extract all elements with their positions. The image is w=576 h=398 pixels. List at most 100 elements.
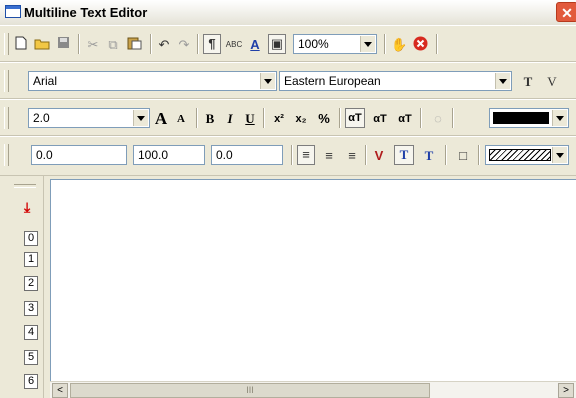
chevron-down-icon[interactable]	[495, 73, 510, 89]
separator	[478, 145, 480, 165]
toolbar-grip[interactable]	[4, 70, 9, 92]
format-toolbar: 2.0 A A B I U x² x₂ % αT αT αT ◌	[0, 99, 576, 136]
redo-icon[interactable]: ↷	[177, 36, 191, 54]
indent-field[interactable]: 0.0	[31, 145, 127, 165]
paragraph-icon[interactable]: ¶	[203, 34, 221, 54]
separator	[436, 34, 438, 54]
toolbar-grip[interactable]	[4, 107, 9, 129]
separator	[365, 145, 367, 165]
fraction-button[interactable]: %	[315, 110, 333, 128]
bold-button[interactable]: B	[203, 110, 217, 128]
line-button[interactable]: 3	[24, 301, 38, 316]
separator	[384, 34, 386, 54]
copy-icon[interactable]: ⧉	[106, 36, 120, 54]
separator	[452, 108, 454, 128]
spellcheck-icon[interactable]: ABC	[225, 36, 243, 54]
scroll-thumb[interactable]: III	[70, 383, 430, 398]
separator	[150, 34, 152, 54]
text-style-icon[interactable]: A	[246, 36, 264, 54]
frame-icon[interactable]: ▣	[268, 34, 286, 54]
new-document-icon[interactable]	[14, 36, 28, 54]
rotation-value: 0.0	[216, 148, 233, 162]
standard-toolbar: ✂ ⧉ ↶ ↷ ¶ ABC A ▣ 100% ✋	[0, 25, 576, 62]
app-icon	[5, 5, 21, 18]
panel-divider	[14, 184, 36, 188]
line-button[interactable]: 2	[24, 276, 38, 291]
outline-text-icon[interactable]: T	[419, 147, 439, 165]
close-button[interactable]: ✕	[556, 2, 576, 22]
tracking-icon[interactable]: αT	[345, 108, 365, 128]
separator	[420, 108, 422, 128]
horizontal-scrollbar[interactable]: < III >	[50, 381, 576, 398]
height-select[interactable]: 2.0	[28, 108, 150, 128]
line-button[interactable]: 5	[24, 350, 38, 365]
rotation-field[interactable]: 0.0	[211, 145, 283, 165]
save-icon[interactable]	[56, 36, 70, 54]
chevron-down-icon[interactable]	[360, 36, 375, 52]
line-button[interactable]: 4	[24, 325, 38, 340]
frame-text-icon[interactable]: T	[394, 145, 414, 165]
symbol-icon[interactable]: ◌	[428, 110, 448, 128]
underline-button[interactable]: U	[243, 110, 257, 128]
font-select[interactable]: Arial	[28, 71, 277, 91]
scroll-right-button[interactable]: >	[558, 383, 574, 398]
cut-icon[interactable]: ✂	[86, 36, 100, 54]
subscript-button[interactable]: x₂	[292, 110, 310, 128]
color-select[interactable]	[489, 108, 569, 128]
font-toolbar: Arial Eastern European T V	[0, 62, 576, 99]
paste-icon[interactable]	[126, 36, 142, 54]
separator	[445, 145, 447, 165]
text-editor-area[interactable]	[50, 179, 576, 398]
separator	[197, 34, 199, 54]
toolbar-grip[interactable]	[4, 33, 9, 55]
zoom-select[interactable]: 100%	[293, 34, 377, 54]
hand-icon[interactable]: ✋	[391, 36, 407, 54]
paragraph-toolbar: 0.0 100.0 0.0 ≡ ≡ ≡ V T T □	[0, 136, 576, 176]
open-folder-icon[interactable]	[34, 36, 50, 54]
separator	[291, 145, 293, 165]
line-button[interactable]: 1	[24, 252, 38, 267]
window-title: Multiline Text Editor	[24, 5, 148, 20]
align-center-icon[interactable]: ≡	[320, 147, 338, 165]
indent-value: 0.0	[36, 148, 53, 162]
hatch-select[interactable]	[485, 145, 569, 165]
chevron-down-icon[interactable]	[133, 110, 148, 126]
line-button[interactable]: 6	[24, 374, 38, 389]
separator	[263, 108, 265, 128]
script-select[interactable]: Eastern European	[279, 71, 512, 91]
separator	[196, 108, 198, 128]
title-bar: Multiline Text Editor ✕	[0, 0, 576, 26]
width-factor-icon[interactable]: αT	[370, 110, 390, 128]
increase-font-icon[interactable]: A	[152, 110, 170, 128]
script-name: Eastern European	[284, 74, 381, 88]
font-name: Arial	[33, 74, 58, 88]
decrease-font-icon[interactable]: A	[174, 110, 188, 128]
cancel-icon[interactable]	[412, 36, 428, 54]
italic-button[interactable]: I	[223, 110, 237, 128]
zoom-value: 100%	[298, 37, 329, 51]
insertion-marker-icon[interactable]: ⤓	[24, 200, 30, 214]
text-vertical-icon[interactable]: V	[544, 73, 560, 91]
height-value: 2.0	[33, 111, 50, 125]
chevron-down-icon[interactable]	[552, 147, 567, 163]
oblique-icon[interactable]: αT	[395, 110, 415, 128]
separator	[78, 34, 80, 54]
superscript-button[interactable]: x²	[270, 110, 288, 128]
border-box-icon[interactable]: □	[453, 147, 473, 165]
undo-icon[interactable]: ↶	[157, 36, 171, 54]
separator	[339, 108, 341, 128]
chevron-down-icon[interactable]	[260, 73, 275, 89]
width-field[interactable]: 100.0	[133, 145, 205, 165]
toolbar-grip[interactable]	[4, 144, 9, 166]
line-panel: ⤓ 0 1 2 3 4 5 6	[0, 176, 44, 398]
align-left-icon[interactable]: ≡	[297, 145, 315, 165]
line-button[interactable]: 0	[24, 231, 38, 246]
text-height-icon[interactable]: T	[521, 73, 535, 91]
color-swatch	[493, 112, 549, 124]
width-value: 100.0	[138, 148, 169, 162]
align-right-icon[interactable]: ≡	[343, 147, 361, 165]
chevron-down-icon[interactable]	[552, 110, 567, 126]
hatch-swatch	[489, 149, 551, 161]
vertical-text-icon[interactable]: V	[370, 147, 388, 165]
scroll-left-button[interactable]: <	[52, 383, 68, 398]
